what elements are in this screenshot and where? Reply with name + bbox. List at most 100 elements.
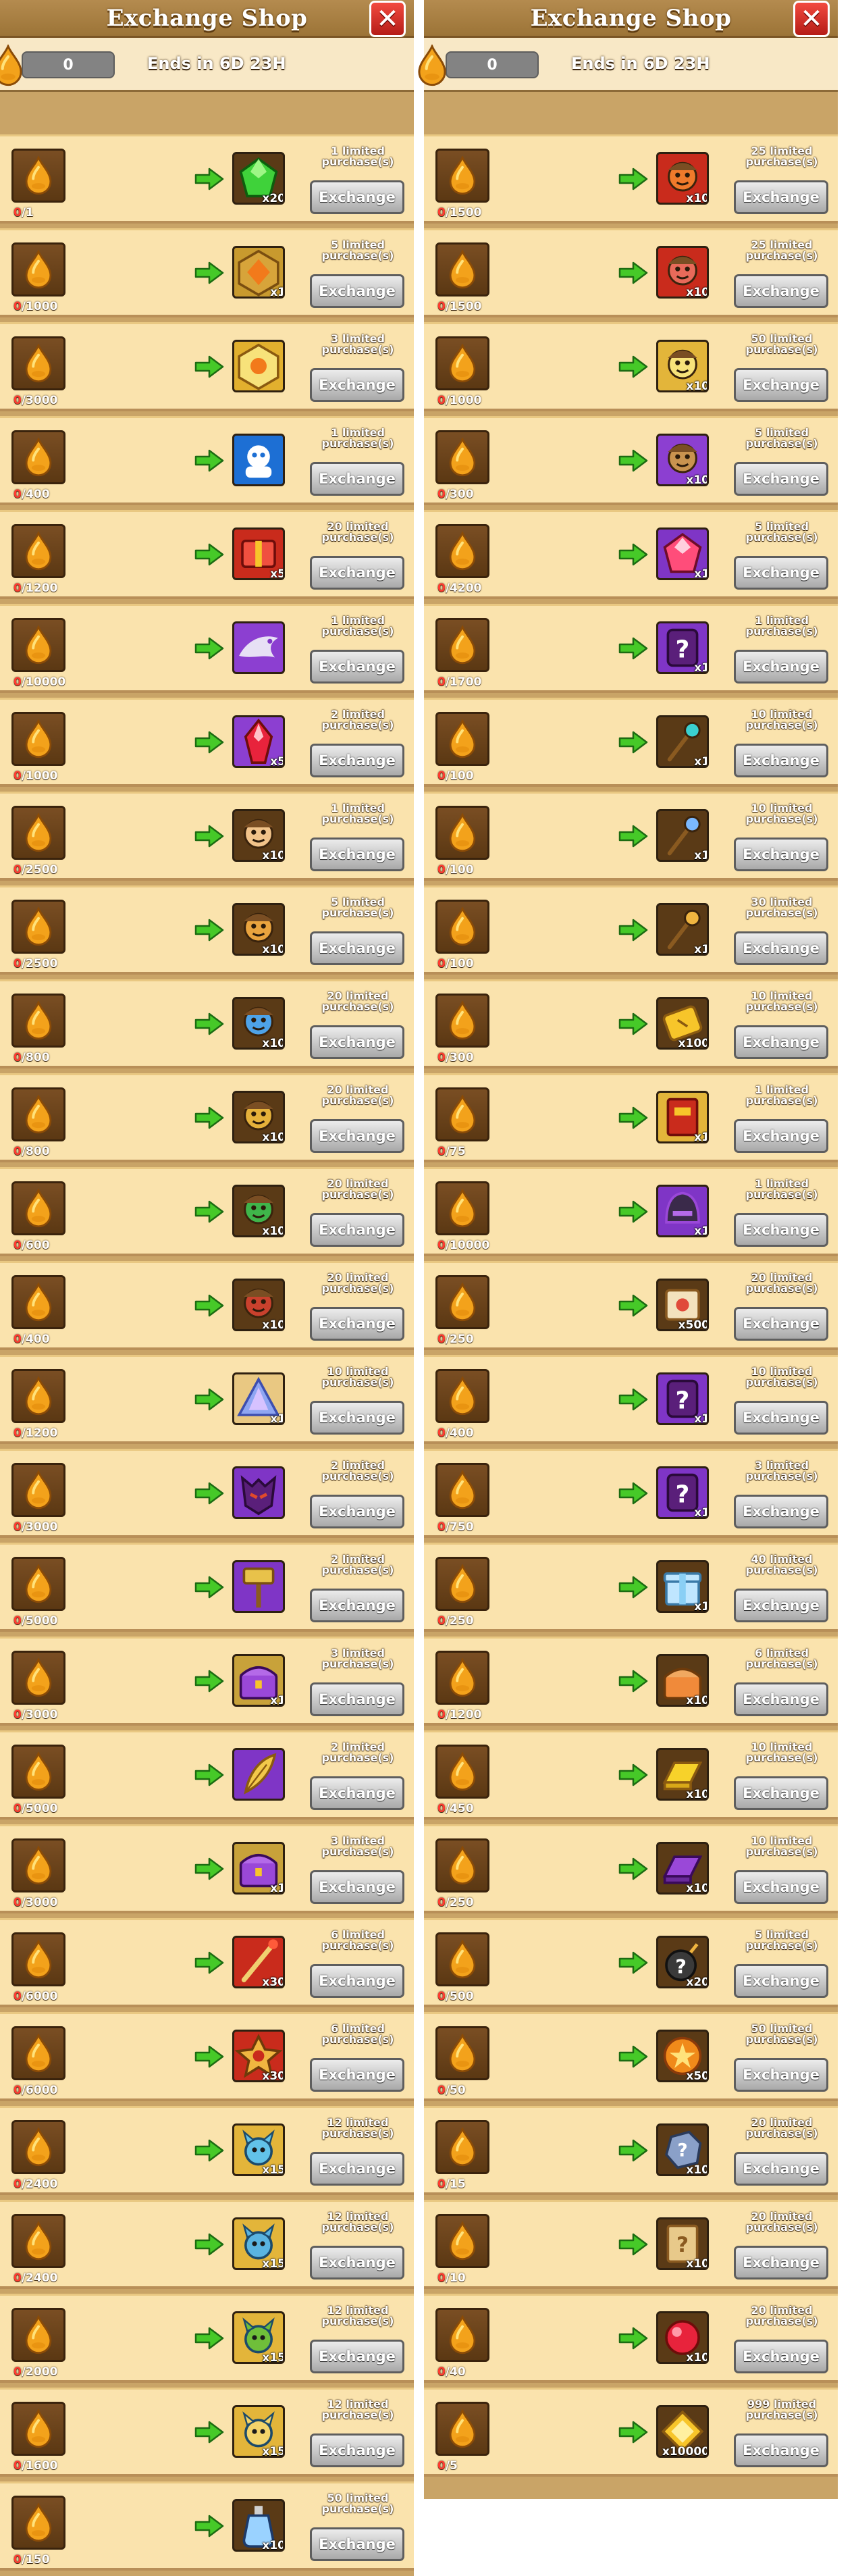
exchange-button[interactable]: Exchange (310, 1870, 404, 1904)
drop-cost-icon (11, 1181, 65, 1235)
exchange-button[interactable]: Exchange (310, 1213, 404, 1247)
exchange-button[interactable]: Exchange (310, 1589, 404, 1622)
exchange-button[interactable]: Exchange (734, 1776, 828, 1810)
reward-quantity: x1 (694, 661, 709, 674)
stage: Exchange Shop ✕ 0 Ends in 6D 23H 0/1 x20 1… (0, 0, 854, 2576)
exchange-button[interactable]: Exchange (734, 2058, 828, 2092)
drop-cost-icon (11, 2402, 65, 2456)
exchange-button[interactable]: Exchange (310, 1964, 404, 1998)
exchange-button[interactable]: Exchange (734, 1307, 828, 1341)
exchange-button[interactable]: Exchange (734, 1025, 828, 1059)
cost-amount: 0/100 (437, 769, 474, 783)
exchange-row: 0/3000 x1 3 limited purchase(s) Exchange (0, 1824, 414, 1913)
exchange-button[interactable]: Exchange (310, 650, 404, 684)
required-amount: /3000 (21, 394, 58, 407)
exchange-button[interactable]: Exchange (310, 1307, 404, 1341)
reward-quantity: x1 (694, 567, 709, 580)
exchange-button[interactable]: Exchange (310, 1682, 404, 1716)
owned-amount: 0 (14, 2084, 22, 2097)
exchange-button[interactable]: Exchange (734, 2340, 828, 2373)
arrow-right-icon (618, 1481, 648, 1505)
exchange-button[interactable]: Exchange (734, 556, 828, 590)
exchange-button[interactable]: Exchange (734, 1682, 828, 1716)
purchase-limit: 6 limited purchase(s) (321, 2022, 394, 2046)
owned-amount: 0 (14, 582, 22, 595)
exchange-button[interactable]: Exchange (310, 2246, 404, 2279)
exchange-row: 0/450 x10 10 limited purchase(s) Exchange (424, 1730, 838, 1820)
exchange-button[interactable]: Exchange (734, 462, 828, 496)
owned-amount: 0 (14, 206, 22, 220)
close-button[interactable]: ✕ (793, 1, 830, 37)
drop-cost-icon (435, 1557, 489, 1611)
required-amount: /1200 (21, 582, 58, 595)
exchange-row: 0/6000 x30 6 limited purchase(s) Exchange (0, 1918, 414, 2007)
cost-amount: 0/1200 (437, 1708, 481, 1722)
exchange-button[interactable]: Exchange (310, 931, 404, 965)
cost-amount: 0/750 (437, 1520, 474, 1534)
required-amount: /5000 (21, 1802, 58, 1815)
exchange-row: 0/100 x1 10 limited purchase(s) Exchange (424, 698, 838, 787)
exchange-button[interactable]: Exchange (734, 1589, 828, 1622)
drop-cost-icon (11, 2120, 65, 2174)
drop-cost-icon (435, 2026, 489, 2080)
required-amount: /4200 (445, 582, 482, 595)
exchange-button[interactable]: Exchange (734, 931, 828, 965)
exchange-button[interactable]: Exchange (734, 1119, 828, 1153)
exchange-button[interactable]: Exchange (734, 1495, 828, 1528)
arrow-right-icon (194, 636, 224, 661)
close-button[interactable]: ✕ (369, 1, 406, 37)
exchange-button[interactable]: Exchange (734, 180, 828, 214)
exchange-button[interactable]: Exchange (734, 744, 828, 777)
owned-amount: 0 (14, 1239, 22, 1252)
owned-amount: 0 (14, 2365, 22, 2379)
exchange-button[interactable]: Exchange (310, 1025, 404, 1059)
owned-amount: 0 (14, 2178, 22, 2191)
exchange-button[interactable]: Exchange (734, 2152, 828, 2186)
exchange-button[interactable]: Exchange (734, 368, 828, 402)
exchange-button[interactable]: Exchange (310, 556, 404, 590)
reward-item: x10 (656, 246, 709, 299)
svg-text:?: ? (675, 1955, 687, 1978)
exchange-row: 0/500? x20 5 limited purchase(s) Exchange (424, 1918, 838, 2007)
exchange-button[interactable]: Exchange (734, 1964, 828, 1998)
exchange-button[interactable]: Exchange (734, 1213, 828, 1247)
drop-cost-icon (435, 1275, 489, 1329)
exchange-button[interactable]: Exchange (310, 2433, 404, 2467)
owned-amount: 0 (437, 2178, 446, 2191)
exchange-button[interactable]: Exchange (310, 1401, 404, 1435)
reward-quantity: x10 (686, 192, 709, 205)
reward-item: x1 (232, 1654, 285, 1707)
exchange-row: 0/4200 x1 5 limited purchase(s) Exchange (424, 510, 838, 599)
cost-amount: 0/2400 (14, 2271, 57, 2285)
exchange-button[interactable]: Exchange (734, 274, 828, 308)
exchange-button[interactable]: Exchange (310, 744, 404, 777)
required-amount: /40 (445, 2365, 466, 2379)
drop-cost-icon (11, 2214, 65, 2268)
exchange-button[interactable]: Exchange (734, 650, 828, 684)
exchange-row: 0/2500 x10 5 limited purchase(s) Exchange (0, 885, 414, 975)
reward-quantity: x5 (270, 755, 285, 768)
exchange-button[interactable]: Exchange (734, 1870, 828, 1904)
exchange-button[interactable]: Exchange (310, 2527, 404, 2561)
exchange-button[interactable]: Exchange (310, 2340, 404, 2373)
exchange-button[interactable]: Exchange (734, 838, 828, 871)
exchange-button[interactable]: Exchange (310, 274, 404, 308)
exchange-button[interactable]: Exchange (734, 1401, 828, 1435)
exchange-button[interactable]: Exchange (310, 2058, 404, 2092)
reward-quantity: x1 (694, 755, 709, 768)
exchange-button[interactable]: Exchange (310, 462, 404, 496)
exchange-button[interactable]: Exchange (310, 368, 404, 402)
exchange-button[interactable]: Exchange (310, 2152, 404, 2186)
reward-quantity: x500 (678, 1318, 709, 1331)
exchange-button[interactable]: Exchange (734, 2433, 828, 2467)
purchase-limit: 25 limited purchase(s) (745, 145, 818, 168)
exchange-button[interactable]: Exchange (734, 2246, 828, 2279)
required-amount: /1500 (445, 300, 482, 313)
exchange-button[interactable]: Exchange (310, 180, 404, 214)
exchange-button[interactable]: Exchange (310, 1119, 404, 1153)
arrow-right-icon (618, 167, 648, 191)
exchange-button[interactable]: Exchange (310, 1495, 404, 1528)
exchange-button[interactable]: Exchange (310, 838, 404, 871)
exchange-button[interactable]: Exchange (310, 1776, 404, 1810)
reward-item: ? x1 (656, 621, 709, 674)
